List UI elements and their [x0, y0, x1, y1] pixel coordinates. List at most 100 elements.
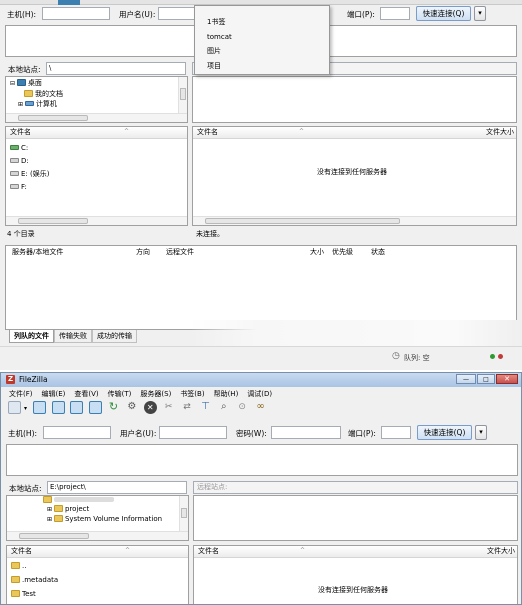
menu-help[interactable]: 帮助(H) — [214, 389, 239, 399]
minimize-button[interactable]: — — [456, 374, 476, 384]
compare-icon[interactable]: ⌕ — [217, 401, 230, 414]
toggle-local-tree-icon[interactable] — [51, 401, 65, 414]
close-button[interactable]: ✕ — [496, 374, 518, 384]
drive-d[interactable]: D: — [10, 156, 29, 166]
remote-size-header[interactable]: 文件大小 — [486, 127, 514, 138]
folder-icon — [11, 590, 20, 597]
bookmark-item[interactable]: 1书签 — [207, 17, 225, 27]
site-manager-icon[interactable] — [8, 401, 21, 414]
menu-debug[interactable]: 调试(D) — [247, 389, 272, 399]
menu-view[interactable]: 查看(V) — [74, 389, 98, 399]
drive-icon — [10, 145, 19, 150]
tree-hscrollbar[interactable] — [6, 113, 187, 122]
queue-header: 服务器/本地文件 方向 远程文件 大小 优先级 状态 — [6, 246, 516, 259]
quickconnect-dropdown[interactable]: ▾ — [475, 425, 487, 440]
local-filename-header[interactable]: 文件名 ^ — [7, 546, 188, 558]
expand-icon[interactable]: ⊞ — [18, 101, 25, 108]
remote-filename-header[interactable]: 文件名 ^ 文件大小 — [194, 546, 517, 558]
filter-icon[interactable]: ⊤ — [199, 401, 212, 414]
queue-col-size[interactable]: 大小 — [310, 246, 324, 258]
quickconnect-dropdown[interactable]: ▾ — [474, 6, 486, 21]
local-status: 4 个目录 — [7, 230, 35, 238]
password-input[interactable] — [271, 426, 341, 439]
local-site-input[interactable]: E:\project\ — [47, 481, 187, 494]
refresh-icon[interactable]: ↻ — [107, 401, 120, 414]
transfer-queue: 服务器/本地文件 方向 远程文件 大小 优先级 状态 — [5, 245, 517, 330]
queue-status: 队列: 空 — [404, 354, 430, 362]
drive-f[interactable]: F: — [10, 182, 27, 192]
cancel-icon[interactable]: ✕ — [143, 401, 157, 414]
queue-col-direction[interactable]: 方向 — [136, 246, 150, 258]
tab-failed[interactable]: 传输失败 — [54, 330, 92, 343]
tab-queued[interactable]: 列队的文件 — [9, 330, 54, 343]
reconnect-icon[interactable]: ⇄ — [181, 401, 194, 414]
computer-icon — [24, 101, 34, 106]
toolbar-button-partial[interactable] — [58, 0, 80, 5]
maximize-button[interactable]: □ — [477, 374, 495, 384]
file-metadata[interactable]: .metadata — [11, 575, 58, 585]
remote-file-list: 文件名 ^ 文件大小 没有连接到任何服务器 — [193, 545, 518, 604]
tree-item-computer[interactable]: ⊞ 计算机 — [18, 99, 57, 110]
menu-edit[interactable]: 编辑(E) — [42, 389, 66, 399]
local-tree: ⊟ 桌面 我的文档 ⊞ 计算机 — [5, 76, 188, 123]
expand-icon[interactable]: ⊟ — [10, 80, 17, 87]
expand-icon[interactable]: ⊞ — [47, 506, 54, 513]
file-test[interactable]: Test — [11, 589, 36, 599]
local-filename-header[interactable]: 文件名 ^ — [6, 127, 187, 139]
file-parent[interactable]: .. — [11, 561, 26, 571]
drive-e[interactable]: E: (娱乐) — [10, 169, 49, 179]
user-input[interactable] — [159, 426, 227, 439]
folder-icon — [53, 515, 63, 522]
tree-vscrollbar[interactable] — [178, 77, 187, 114]
drive-icon — [10, 171, 19, 176]
toggle-remote-tree-icon[interactable] — [70, 401, 84, 414]
user-label: 用户名(U): — [119, 10, 156, 19]
search-binoculars-icon[interactable]: ∞ — [254, 401, 267, 414]
host-input[interactable] — [43, 426, 111, 439]
queue-col-remote[interactable]: 远程文件 — [166, 246, 194, 258]
local-file-list: 文件名 ^ C: D: E: (娱乐) F: — [5, 126, 188, 226]
toggle-log-icon[interactable] — [33, 401, 47, 414]
bookmark-menu: 1书签 tomcat 图片 项目 — [194, 5, 330, 75]
menu-bookmarks[interactable]: 书签(B) — [180, 389, 204, 399]
folder-icon — [11, 562, 20, 569]
drive-icon — [10, 158, 19, 163]
tree-vscrollbar[interactable] — [179, 496, 188, 532]
toggle-queue-icon[interactable] — [88, 401, 102, 414]
host-label: 主机(H): — [8, 429, 38, 438]
queue-col-status[interactable]: 状态 — [371, 246, 385, 258]
remote-tree — [192, 76, 517, 123]
port-input[interactable] — [381, 426, 411, 439]
remote-hscrollbar[interactable] — [193, 216, 516, 225]
sync-browse-icon[interactable]: ⊙ — [236, 401, 249, 414]
tree-item-system-volume[interactable]: ⊞ System Volume Information — [47, 514, 162, 525]
host-input[interactable] — [42, 7, 110, 20]
remote-site-input[interactable]: 远程站点: — [193, 481, 518, 494]
remote-filename-header[interactable]: 文件名 ^ 文件大小 — [193, 127, 516, 139]
process-queue-icon[interactable]: ⚙ — [125, 401, 138, 414]
disconnect-icon[interactable]: ✂ — [162, 401, 175, 414]
menu-transfer[interactable]: 传输(T) — [108, 389, 132, 399]
local-site-input[interactable]: \ — [46, 62, 186, 75]
quickconnect-button[interactable]: 快速连接(Q) — [417, 425, 472, 440]
remote-size-header[interactable]: 文件大小 — [487, 546, 515, 557]
bookmark-item[interactable]: tomcat — [207, 32, 232, 42]
remote-site-label: 远程站点: — [197, 483, 228, 491]
menu-file[interactable]: 文件(F) — [9, 389, 33, 399]
bookmark-item[interactable]: 图片 — [207, 46, 221, 56]
local-hscrollbar[interactable] — [6, 216, 187, 225]
queue-col-priority[interactable]: 优先级 — [332, 246, 353, 258]
quickconnect-button[interactable]: 快速连接(Q) — [416, 6, 471, 21]
tree-item-documents[interactable]: 我的文档 — [24, 89, 63, 99]
expand-icon[interactable]: ⊞ — [47, 516, 54, 523]
tree-hscrollbar[interactable] — [7, 531, 188, 540]
tab-successful[interactable]: 成功的传输 — [92, 330, 137, 343]
bookmark-item[interactable]: 项目 — [207, 61, 221, 71]
menu-server[interactable]: 服务器(S) — [140, 389, 171, 399]
user-input[interactable] — [158, 7, 198, 20]
queue-col-server[interactable]: 服务器/本地文件 — [12, 246, 63, 258]
port-input[interactable] — [380, 7, 410, 20]
host-label: 主机(H): — [7, 10, 37, 19]
tree-item-desktop[interactable]: ⊟ 桌面 — [10, 78, 42, 89]
drive-c[interactable]: C: — [10, 143, 28, 153]
